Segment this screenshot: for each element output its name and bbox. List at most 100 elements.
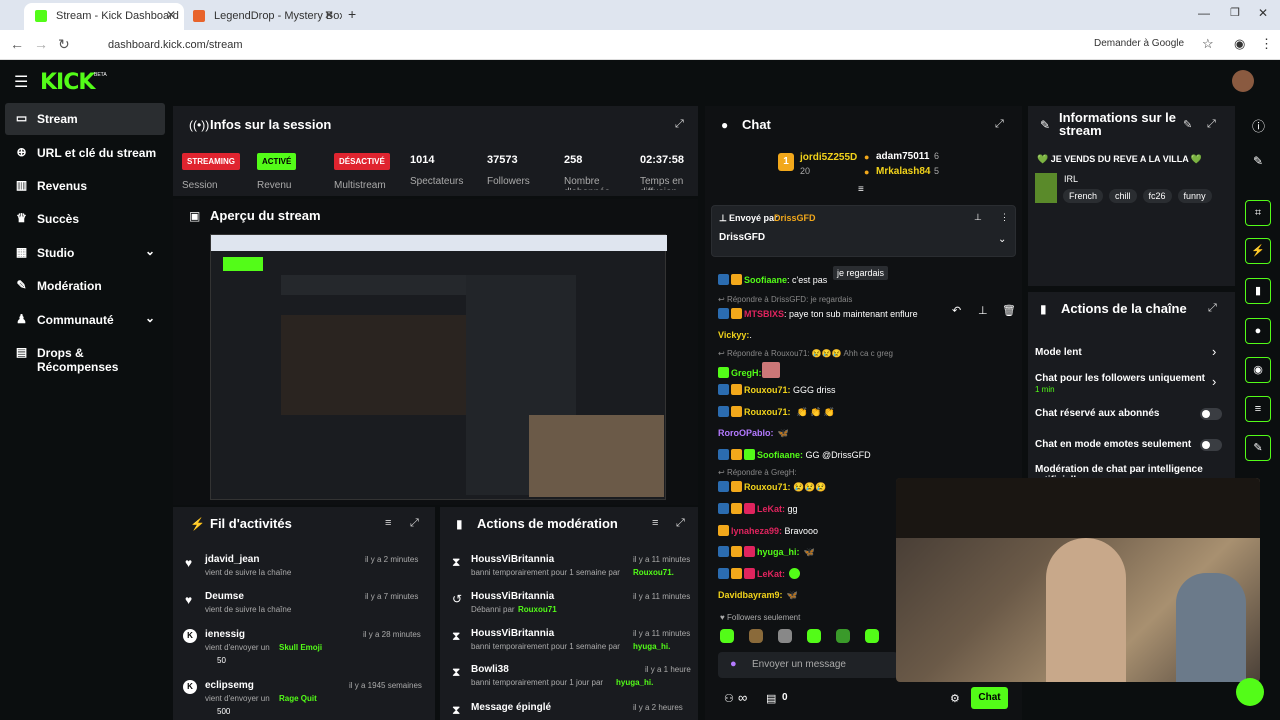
tag[interactable]: chill	[1109, 189, 1137, 203]
ask-google-button[interactable]: Demander à Google	[1094, 38, 1184, 49]
browser-tab-kick[interactable]: Stream - Kick Dashboard ✕	[24, 3, 184, 30]
emote-icon[interactable]	[778, 629, 792, 643]
tag[interactable]: French	[1063, 189, 1104, 203]
top-gifter-1[interactable]: jordi5Z255D	[800, 152, 857, 163]
stream-preview-video[interactable]	[210, 234, 667, 500]
sidebar-item-stream[interactable]: ▭ Stream	[5, 103, 165, 135]
expand-icon[interactable]: ⤢	[1208, 302, 1217, 315]
tag[interactable]: funny	[1177, 189, 1212, 203]
back-icon[interactable]: ←	[10, 36, 24, 52]
emote-icon[interactable]	[749, 629, 763, 643]
expand-icon[interactable]: ⤢	[410, 517, 419, 530]
emote-icon[interactable]	[836, 629, 850, 643]
sidebar-item-succes[interactable]: ♛ Succès	[5, 203, 165, 235]
send-chat-button[interactable]: Chat	[971, 687, 1008, 709]
sidebar-item-communaute[interactable]: ♟ Communauté ⌄	[5, 304, 165, 336]
reply-icon[interactable]: ↶	[952, 304, 961, 317]
mod-user[interactable]: HoussViBritannia	[471, 591, 554, 602]
chat-user[interactable]: Soofiaane	[744, 275, 787, 285]
more-icon[interactable]: ⋮	[1000, 212, 1009, 223]
chat-user[interactable]: Soofiaane:	[757, 450, 803, 460]
sidebar-item-url[interactable]: ⊕ URL et clé du stream	[5, 137, 165, 169]
followers-only-row[interactable]: Chat pour les followers uniquement	[1035, 373, 1205, 384]
info-icon[interactable]: ⓘ	[1252, 116, 1265, 135]
chat-user[interactable]: RoroOPablo:	[718, 428, 774, 438]
chat-user[interactable]: Rouxou71:	[744, 385, 791, 395]
emote-icon[interactable]	[865, 629, 879, 643]
chat-user[interactable]: lynaheza99:	[731, 526, 782, 536]
emote-icon[interactable]	[807, 629, 821, 643]
avatar[interactable]	[1232, 70, 1254, 92]
chevron-right-icon[interactable]: ›	[1212, 374, 1216, 389]
close-icon[interactable]: ✕	[324, 8, 334, 22]
filter-icon[interactable]: ≡	[385, 517, 391, 529]
activity-user[interactable]: eclipsemg	[205, 680, 254, 691]
chat-tool-button[interactable]: ●	[1245, 318, 1271, 344]
tag[interactable]: fc26	[1142, 189, 1172, 203]
reload-icon[interactable]: ↻	[58, 36, 70, 53]
subs-only-toggle[interactable]	[1200, 408, 1222, 420]
chat-user[interactable]: Rouxou71:	[744, 482, 791, 492]
ai-moderation-row[interactable]: Modération de chat par intelligence arti…	[1035, 464, 1205, 477]
chat-user[interactable]: Rouxou71:	[744, 407, 791, 417]
expand-icon[interactable]: ⤢	[675, 118, 684, 131]
chat-input[interactable]: ● Envoyer un message	[718, 652, 898, 678]
restore-icon[interactable]: ❐	[1230, 6, 1240, 19]
activity-user[interactable]: jdavid_jean	[205, 554, 259, 565]
expand-icon[interactable]: ⤢	[1207, 118, 1216, 131]
edit-icon[interactable]: ✎	[1183, 118, 1192, 131]
pin-icon[interactable]: ⊥	[978, 304, 988, 317]
sidebar-item-revenus[interactable]: ▥ Revenus	[5, 170, 165, 202]
help-bubble-icon[interactable]	[1236, 678, 1264, 706]
broadcast-tool-button[interactable]: ◉	[1245, 357, 1271, 383]
minimize-icon[interactable]: —	[1198, 6, 1210, 20]
chevron-right-icon[interactable]: ›	[1212, 344, 1216, 359]
profile-icon[interactable]: ◉	[1234, 36, 1245, 52]
pin-icon[interactable]: ⊥	[974, 212, 982, 223]
crop-tool-button[interactable]: ⌗	[1245, 200, 1271, 226]
top-gifter-2[interactable]: adam75011	[876, 151, 929, 162]
delete-icon[interactable]: 🗑	[1002, 304, 1016, 317]
chat-user[interactable]: Davidbayram9:	[718, 590, 783, 600]
chat-user[interactable]: Vickyy:	[718, 330, 749, 340]
gift-icon[interactable]: ▤	[766, 692, 776, 705]
bookmark-star-icon[interactable]: ☆	[1202, 36, 1214, 52]
chat-user[interactable]: MTSBIXS	[744, 309, 784, 319]
mod-user[interactable]: Message épinglé	[471, 702, 551, 713]
pinned-message[interactable]: ⊥ Envoyé par DrissGFD DrissGFD ⊥ ⋮ ⌄	[711, 205, 1016, 257]
top-gifter-3[interactable]: Mrkalash84	[876, 166, 930, 177]
mod-user[interactable]: HoussViBritannia	[471, 554, 554, 565]
menu-dots-icon[interactable]: ⋮	[1260, 36, 1273, 52]
layers-tool-button[interactable]: ≡	[1245, 396, 1271, 422]
sidebar-item-studio[interactable]: ▦ Studio ⌄	[5, 237, 165, 269]
window-close-icon[interactable]: ✕	[1258, 6, 1268, 20]
activity-user[interactable]: Deumse	[205, 591, 244, 602]
hamburger-menu-icon[interactable]: ☰	[14, 72, 28, 92]
mod-user[interactable]: HoussViBritannia	[471, 628, 554, 639]
browser-tab-legenddrop[interactable]: LegendDrop - Mystery Boxes & ✕	[182, 3, 342, 30]
mod-user[interactable]: Bowli38	[471, 664, 509, 675]
chevron-down-icon[interactable]: ⌄	[998, 234, 1006, 245]
mic-icon[interactable]: ●	[730, 658, 737, 670]
users-icon[interactable]: ⚇	[724, 692, 734, 705]
activity-user[interactable]: ienessig	[205, 629, 245, 640]
close-icon[interactable]: ✕	[166, 8, 176, 22]
expand-icon[interactable]: ⤢	[676, 517, 685, 530]
filter-icon[interactable]: ≡	[652, 517, 658, 529]
category-name[interactable]: IRL	[1064, 174, 1078, 184]
chat-user[interactable]: hyuga_hi:	[757, 547, 800, 557]
kick-logo[interactable]: KICK	[40, 70, 95, 95]
chat-user[interactable]: LeKat:	[757, 569, 785, 579]
emotes-only-toggle[interactable]	[1200, 439, 1222, 451]
new-tab-icon[interactable]: +	[348, 6, 356, 22]
emote-icon[interactable]	[720, 629, 734, 643]
sort-icon[interactable]: ≡	[858, 184, 864, 195]
expand-icon[interactable]: ⤢	[995, 118, 1004, 131]
sidebar-item-drops[interactable]: ▤ Drops & Récompenses	[5, 337, 165, 375]
wrench-tool-button[interactable]: ✎	[1245, 435, 1271, 461]
forward-icon[interactable]: →	[34, 36, 48, 52]
chat-user[interactable]: LeKat:	[757, 504, 785, 514]
gear-icon[interactable]: ⚙	[950, 692, 960, 705]
sidebar-item-moderation[interactable]: ✎ Modération	[5, 270, 165, 302]
category-thumbnail[interactable]	[1035, 173, 1057, 203]
